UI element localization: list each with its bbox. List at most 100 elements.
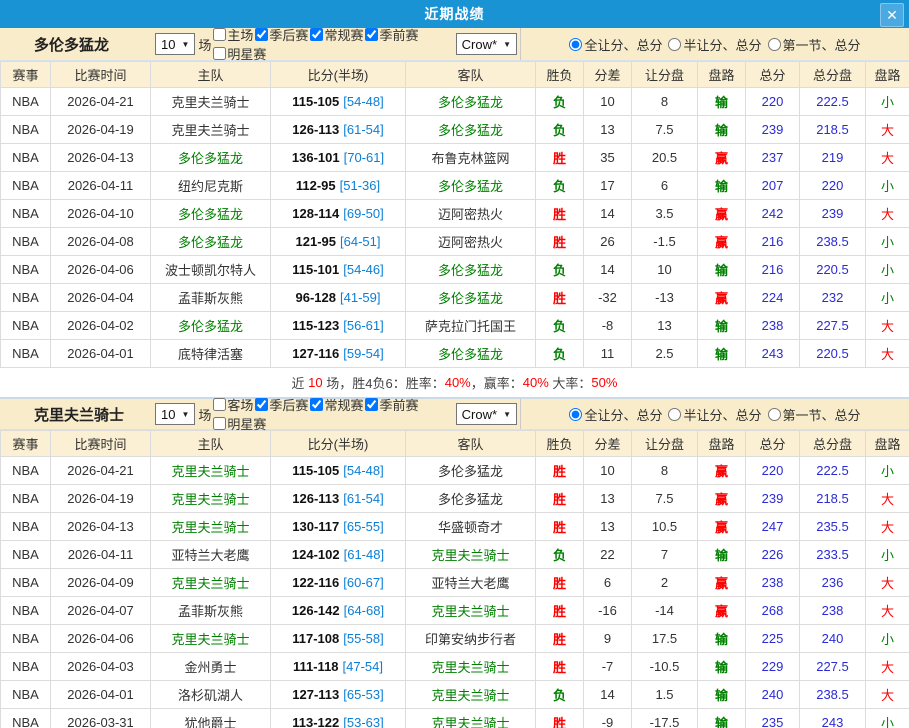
- home-team-cell: 多伦多猛龙: [150, 143, 271, 172]
- handicap-line-cell: -10.5: [631, 652, 698, 681]
- game-row: NBA 2026-04-10 多伦多猛龙 128-114 [69-50] 迈阿密热…: [0, 199, 909, 228]
- game-row: NBA 2026-04-02 多伦多猛龙 115-123 [56-61] 萨克拉门…: [0, 311, 909, 340]
- away-team-cell: 多伦多猛龙: [405, 456, 536, 485]
- odds-type-radio[interactable]: 第一节、总分: [767, 405, 861, 424]
- games-count-select[interactable]: 10 ▼: [155, 33, 196, 55]
- total-points-cell: 216: [745, 255, 800, 284]
- filter-checkbox-明星赛[interactable]: 明星赛: [213, 44, 266, 63]
- summary-text: ，赢率：: [470, 375, 523, 391]
- home-team-cell: 纽约尼克斯: [150, 171, 271, 200]
- home-team-cell: 多伦多猛龙: [150, 227, 271, 256]
- total-line-cell: 222.5: [799, 87, 866, 116]
- checkbox-input[interactable]: [310, 28, 324, 41]
- column-header: 比分(半场): [270, 61, 406, 88]
- column-header: 总分盘: [799, 61, 866, 88]
- source-select[interactable]: Crow* ▼: [455, 33, 517, 55]
- checkbox-input[interactable]: [365, 398, 379, 411]
- handicap-result-cell: 赢: [697, 227, 746, 256]
- checkbox-input[interactable]: [255, 28, 269, 41]
- score-cell: 112-95 [51-36]: [270, 171, 406, 200]
- filter-checkbox-季前赛[interactable]: 季前赛: [365, 395, 418, 414]
- filter-checkbox-客场[interactable]: 客场: [213, 395, 253, 414]
- handicap-line-cell: -17.5: [631, 708, 698, 728]
- odds-type-radio[interactable]: 全让分、总分: [569, 35, 662, 54]
- odds-type-radio[interactable]: 全让分、总分: [569, 405, 662, 424]
- handicap-result-cell: 赢: [697, 512, 746, 541]
- game-row: NBA 2026-03-31 犹他爵士 113-122 [53-63] 克里夫兰骑…: [0, 708, 909, 728]
- score-cell: 124-102 [61-48]: [270, 540, 406, 569]
- league-cell: NBA: [0, 199, 51, 228]
- record-summary: 近 10 场，胜4负6：胜率： 40% ，赢率： 40% 大率： 50%: [0, 368, 909, 397]
- checkbox-input[interactable]: [255, 398, 269, 411]
- filter-checkbox-季后赛[interactable]: 季后赛: [255, 395, 308, 414]
- filter-checkbox-明星赛[interactable]: 明星赛: [213, 414, 266, 433]
- filter-checkbox-常规赛[interactable]: 常规赛: [310, 395, 363, 414]
- margin-cell: 13: [583, 484, 632, 513]
- away-team-cell: 布鲁克林篮网: [405, 143, 536, 172]
- games-count-select[interactable]: 10 ▼: [155, 403, 196, 425]
- win-loss-cell: 胜: [535, 199, 584, 228]
- handicap-result-cell: 输: [697, 87, 746, 116]
- date-cell: 2026-04-19: [50, 484, 151, 513]
- total-points-cell: 207: [745, 171, 800, 200]
- checkbox-input[interactable]: [365, 28, 379, 41]
- margin-cell: -9: [583, 708, 632, 728]
- over-under-cell: 小: [865, 227, 909, 256]
- over-under-cell: 小: [865, 456, 909, 485]
- radio-input[interactable]: [569, 407, 583, 421]
- game-row: NBA 2026-04-13 多伦多猛龙 136-101 [70-61] 布鲁克林…: [0, 143, 909, 172]
- handicap-result-cell: 赢: [697, 596, 746, 625]
- margin-cell: 13: [583, 115, 632, 144]
- date-cell: 2026-04-08: [50, 227, 151, 256]
- checkbox-input[interactable]: [213, 398, 227, 411]
- halftime-score: [65-55]: [343, 519, 384, 534]
- date-cell: 2026-04-01: [50, 680, 151, 709]
- handicap-result-cell: 输: [697, 540, 746, 569]
- total-line-cell: 240: [799, 624, 866, 653]
- win-loss-cell: 胜: [535, 708, 584, 728]
- halftime-score: [47-54]: [342, 659, 384, 674]
- checkbox-input[interactable]: [213, 28, 227, 41]
- win-loss-cell: 负: [535, 311, 584, 340]
- odds-type-radio[interactable]: 半让分、总分: [668, 35, 762, 54]
- win-loss-cell: 胜: [535, 568, 584, 597]
- away-team-cell: 多伦多猛龙: [405, 255, 536, 284]
- odds-type-radio[interactable]: 第一节、总分: [767, 35, 861, 54]
- column-header: 让分盘: [631, 430, 698, 457]
- column-header: 盘路: [697, 430, 746, 457]
- away-team-cell: 多伦多猛龙: [405, 283, 536, 312]
- handicap-line-cell: 10.5: [631, 512, 698, 541]
- radio-input[interactable]: [668, 37, 682, 51]
- win-loss-cell: 胜: [535, 596, 584, 625]
- checkbox-input[interactable]: [310, 398, 324, 411]
- league-cell: NBA: [0, 484, 51, 513]
- league-cell: NBA: [0, 171, 51, 200]
- final-score: 126-113: [292, 122, 340, 137]
- handicap-line-cell: -1.5: [631, 227, 698, 256]
- away-team-cell: 克里夫兰骑士: [405, 652, 536, 681]
- summary-text: 50%: [591, 374, 618, 390]
- column-header: 胜负: [535, 430, 584, 457]
- checkbox-input[interactable]: [213, 47, 227, 60]
- radio-label: 第一节、总分: [782, 37, 861, 53]
- score-cell: 96-128 [41-59]: [270, 283, 406, 312]
- home-team-cell: 克里夫兰骑士: [150, 624, 271, 653]
- halftime-score: [61-54]: [343, 122, 384, 137]
- margin-cell: 35: [583, 143, 632, 172]
- radio-input[interactable]: [767, 407, 781, 421]
- win-loss-cell: 胜: [535, 484, 584, 513]
- radio-input[interactable]: [668, 407, 682, 421]
- game-row: NBA 2026-04-21 克里夫兰骑士 115-105 [54-48] 多伦多…: [0, 456, 909, 485]
- odds-type-radio[interactable]: 半让分、总分: [668, 405, 762, 424]
- date-cell: 2026-04-09: [50, 568, 151, 597]
- radio-input[interactable]: [767, 37, 781, 51]
- halftime-score: [60-67]: [343, 575, 384, 590]
- checkbox-input[interactable]: [213, 417, 227, 430]
- team-section: 克里夫兰骑士 10 ▼ 场 客场 季后赛 常规赛 季前赛 明星赛 Crow* ▼ 全让分、总…: [0, 397, 909, 728]
- column-header: 盘路: [865, 61, 909, 88]
- dropdown-arrow-icon: ▼: [503, 409, 511, 419]
- source-select[interactable]: Crow* ▼: [455, 403, 517, 425]
- close-button[interactable]: ✕: [880, 3, 904, 27]
- radio-input[interactable]: [569, 37, 583, 51]
- final-score: 124-102: [291, 547, 340, 562]
